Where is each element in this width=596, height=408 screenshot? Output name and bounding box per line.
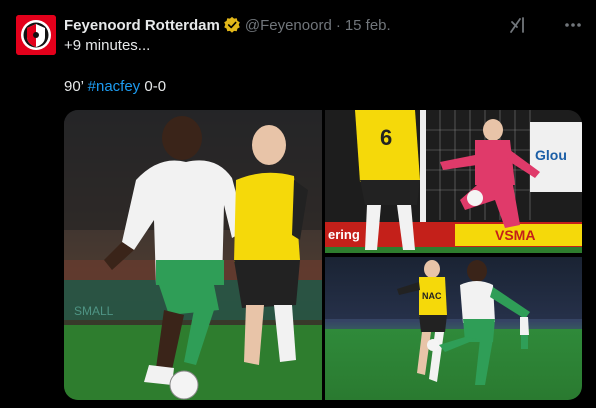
hashtag-link[interactable]: #nacfey	[88, 78, 141, 95]
tweet-header: Feyenoord Rotterdam @Feyenoord · 15 feb.	[64, 15, 391, 35]
minute-text: 90’	[64, 78, 84, 95]
photo-bottom-right[interactable]: NAC	[325, 257, 582, 400]
avatar[interactable]	[16, 15, 56, 55]
tweet-date[interactable]: 15 feb.	[345, 17, 391, 34]
author-handle[interactable]: @Feyenoord	[245, 17, 332, 34]
tweet-text-line-2: 90’ #nacfey 0-0	[64, 77, 166, 97]
ad-text: VSMA	[495, 227, 535, 243]
media-grid: SMALL Glou ering VSMA 6 NAC	[64, 110, 582, 400]
more-options-icon[interactable]	[562, 15, 584, 35]
chest-text: NAC	[422, 291, 442, 301]
tweet-text-line-1: +9 minutes...	[64, 37, 151, 54]
grok-icon[interactable]	[508, 15, 528, 35]
player-number: 6	[380, 125, 392, 150]
score-text: 0-0	[144, 78, 167, 95]
feyenoord-logo-icon	[16, 15, 56, 55]
board-text: Glou	[535, 147, 567, 163]
author-name[interactable]: Feyenoord Rotterdam	[64, 17, 220, 34]
photo-main[interactable]: SMALL	[64, 110, 322, 400]
verified-badge-icon	[223, 16, 241, 34]
ad-text: ering	[328, 227, 360, 242]
ad-text: SMALL	[74, 304, 114, 318]
separator-dot: ·	[335, 16, 341, 34]
photo-top-right[interactable]: Glou ering VSMA 6	[325, 110, 582, 253]
